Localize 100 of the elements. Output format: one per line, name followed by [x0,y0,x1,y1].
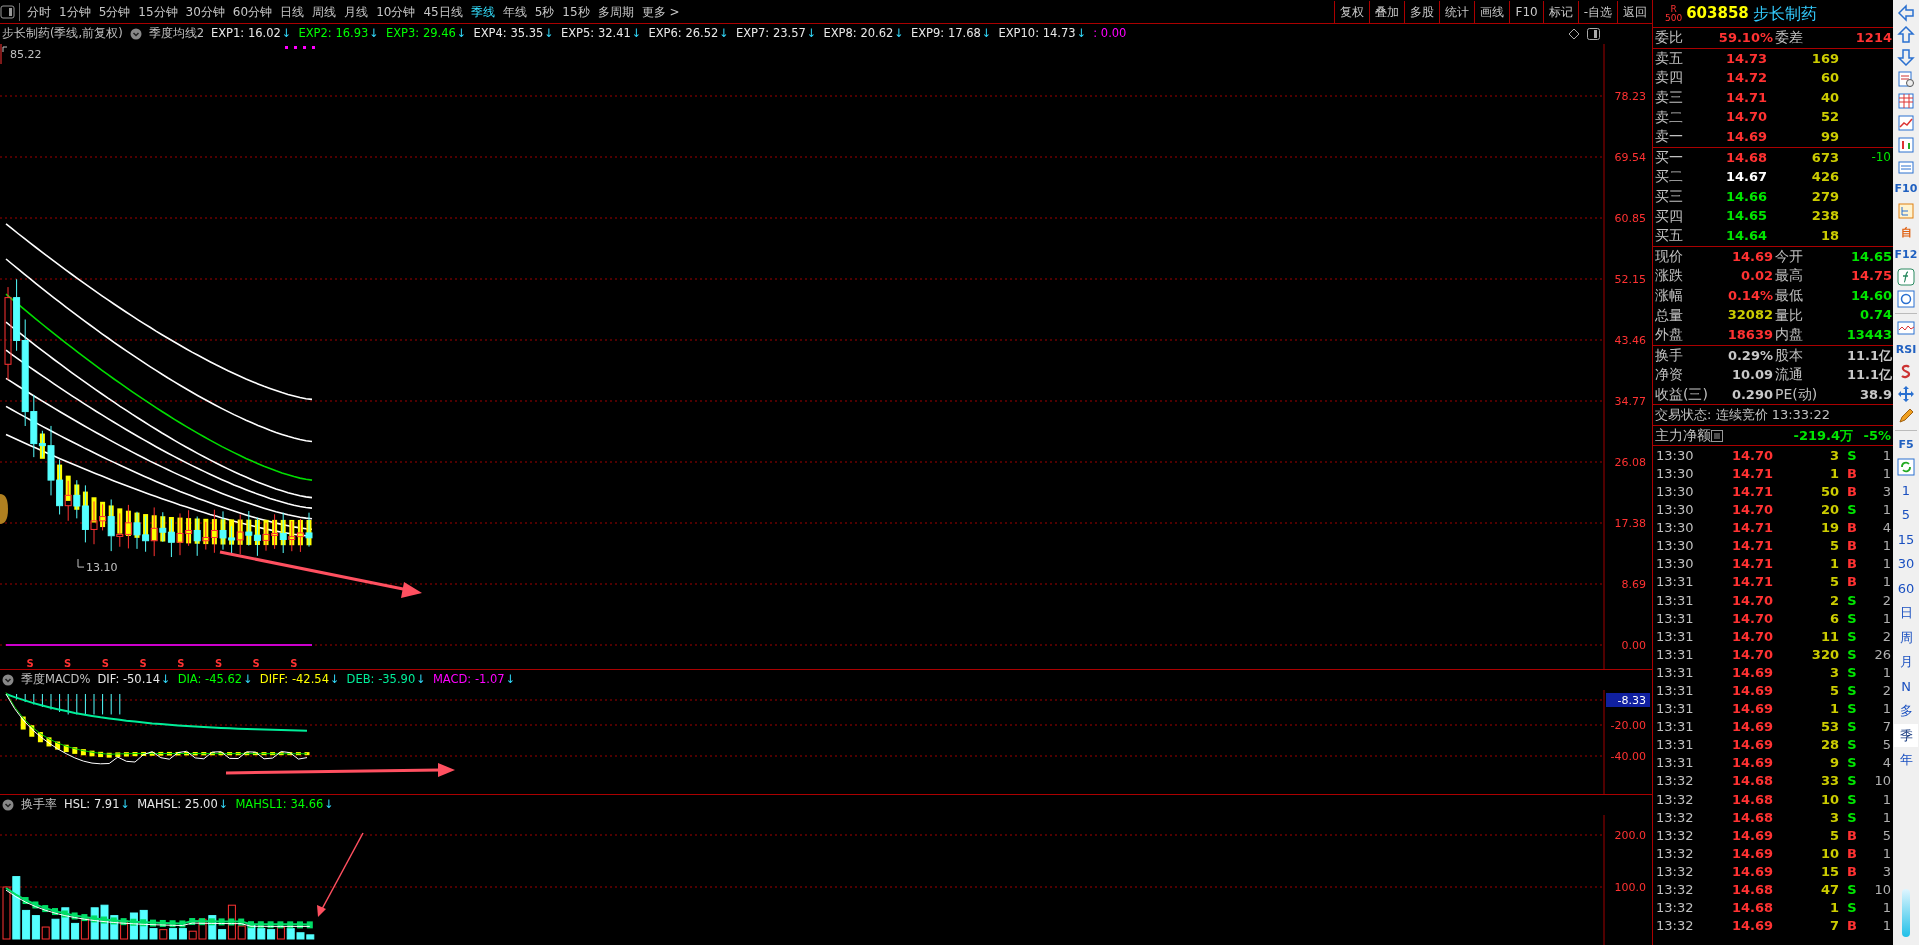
order-price: 14.67 [1724,168,1767,187]
trade-side: S [1846,808,1858,827]
field-label: 股本 [1774,345,1804,365]
trade-side: S [1846,899,1858,918]
trade-time: 13:32 [1655,881,1695,899]
order-level: 卖五 [1654,48,1684,68]
trade-count: 3 [1881,482,1892,501]
down-arrow: ↓ [243,671,253,689]
period-button[interactable]: 15 [1894,528,1918,551]
period-tab[interactable]: 5分钟 [94,1,135,22]
period-button[interactable]: 1 [1894,479,1918,502]
trade-count: 2 [1881,627,1892,646]
trade-volume: 10 [1819,790,1839,809]
toolbar-button[interactable]: F10 [1509,0,1543,23]
period-tab[interactable]: 分时 [23,1,55,22]
trade-price: 14.69 [1730,700,1773,719]
order-level: 卖三 [1654,88,1684,108]
period-button[interactable]: N [1894,675,1918,698]
period-tab[interactable]: 5秒 [530,1,559,22]
trade-time: 13:31 [1655,700,1695,719]
tool-button[interactable]: F10 [1895,179,1917,199]
down-arrow: ↓ [369,25,379,43]
trade-side: S [1846,446,1858,465]
tool-button[interactable]: RSI [1895,340,1917,360]
trade-volume: 33 [1819,772,1839,791]
trade-side: B [1846,537,1858,556]
toolbar-button[interactable]: 统计 [1439,0,1475,23]
period-button[interactable]: 30 [1894,552,1918,575]
trade-count: 26 [1873,645,1892,664]
trade-volume: 19 [1819,519,1839,538]
period-tab[interactable]: 日线 [276,1,309,22]
axis-label: 78.23 [1614,89,1646,103]
period-tab[interactable]: 30分钟 [181,1,229,22]
indicator-value: EXP4: 35.35 [473,25,544,43]
toolbar-button[interactable]: -自选 [1577,0,1617,23]
trade-time: 13:32 [1655,790,1695,809]
trade-price: 14.70 [1730,446,1773,465]
field-label: 现价 [1654,246,1684,266]
indicator-value: EXP8: 20.62 [823,25,894,43]
order-volume: 40 [1819,88,1839,107]
period-button[interactable]: 多 [1894,699,1918,722]
period-button[interactable]: 季 [1894,724,1918,747]
period-button[interactable]: 日 [1894,601,1918,624]
indicator-name: 季度MACD% [21,671,91,689]
period-tab[interactable]: 季线 [466,1,499,22]
period-button[interactable]: 年 [1894,748,1918,771]
period-tab[interactable]: 月线 [340,1,373,22]
period-tab[interactable]: 1分钟 [55,1,95,22]
trade-volume: 6 [1828,609,1839,628]
period-tab[interactable]: 15分钟 [134,1,182,22]
trade-side: S [1846,609,1858,628]
trade-side: S [1846,645,1858,664]
down-arrow: ↓ [281,25,292,43]
axis-label: -20.00 [1610,719,1646,732]
toolbar-button[interactable]: 画线 [1474,0,1510,23]
low-price-label: 13.10 [86,561,118,575]
period-button[interactable]: 周 [1894,626,1918,649]
toolbar-button[interactable]: 叠加 [1369,0,1405,23]
period-button[interactable]: 5 [1894,503,1918,526]
field-value: 0.02 [1739,267,1773,286]
badge-number: 500 [1665,13,1683,23]
field-label: 委比 [1654,28,1684,48]
axis-label: 43.46 [1614,333,1646,347]
period-tab[interactable]: 多周期 [593,1,638,22]
toolbar-button[interactable]: 返回 [1617,0,1652,23]
tool-button[interactable]: F5 [1895,435,1917,455]
period-button[interactable]: 60 [1894,577,1918,600]
indicator-value: EXP3: 29.46 [385,25,456,43]
field-label: 换手 [1654,345,1684,365]
period-tab[interactable]: 周线 [308,1,341,22]
trade-volume: 7 [1828,917,1839,936]
period-tab[interactable]: 更多 > [637,1,684,22]
toolbar-button[interactable]: 复权 [1334,0,1370,23]
axis-label: 69.54 [1614,150,1646,164]
field-label: 外盘 [1654,325,1684,345]
trade-price: 14.69 [1730,736,1773,755]
period-tab[interactable]: 15秒 [558,1,594,22]
order-level: 买三 [1654,187,1684,207]
order-volume: 169 [1810,49,1839,68]
trade-price: 14.70 [1730,609,1773,628]
trade-time: 13:32 [1655,917,1695,936]
trade-count: 4 [1881,519,1892,538]
trade-price: 14.69 [1730,844,1773,863]
period-tab[interactable]: 60分钟 [228,1,277,22]
period-tab[interactable]: 10分钟 [372,1,420,22]
down-arrow: ↓ [416,671,426,689]
trade-time: 13:31 [1655,573,1695,592]
period-tab[interactable]: 45日线 [419,1,467,22]
trade-count: 1 [1881,899,1892,918]
signal-mark: S [139,657,147,669]
tool-button[interactable]: F12 [1895,245,1917,265]
field-label: 内盘 [1774,325,1804,345]
trade-side: B [1846,573,1858,592]
toolbar-button[interactable]: 多股 [1404,0,1440,23]
period-button[interactable]: 月 [1894,650,1918,673]
period-tab[interactable]: 年线 [498,1,531,22]
toolbar-button[interactable]: 标记 [1542,0,1578,23]
axis-label: 17.38 [1614,516,1646,530]
trade-time: 13:32 [1655,844,1695,863]
trade-price: 14.68 [1730,790,1773,809]
